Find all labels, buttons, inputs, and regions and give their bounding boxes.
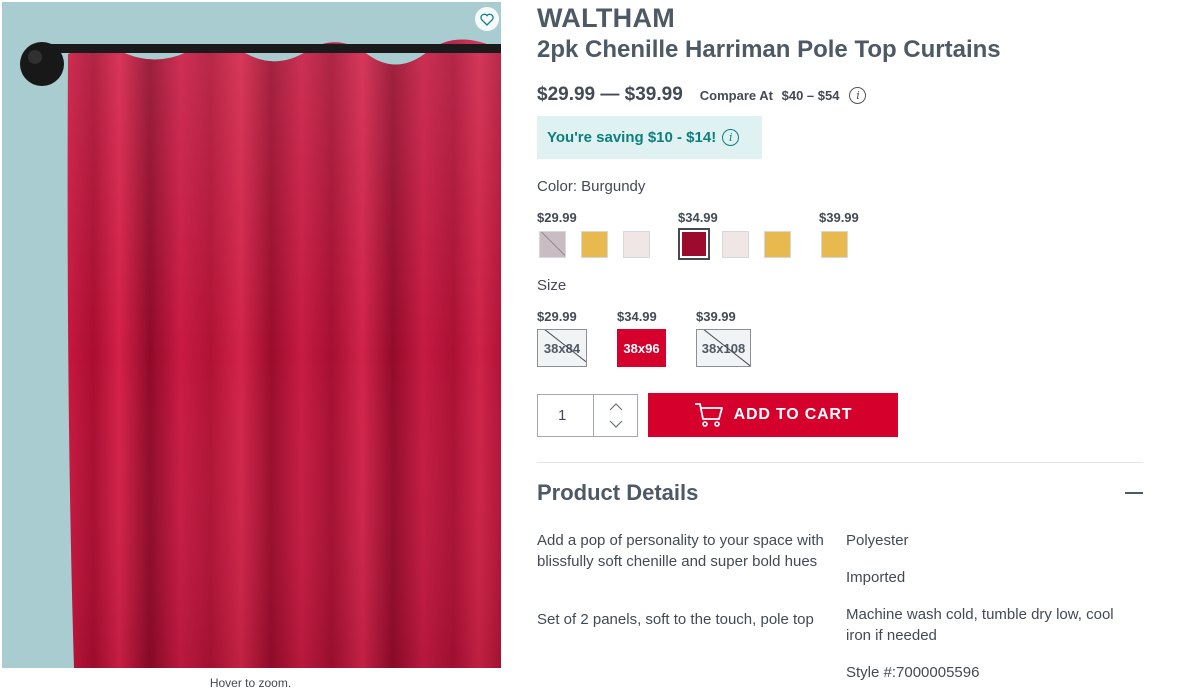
saving-banner: You're saving $10 - $14! i <box>537 116 762 159</box>
price-range: $29.99 — $39.99 <box>537 84 683 105</box>
saving-text: You're saving $10 - $14! <box>547 129 717 146</box>
price-row: $29.99 — $39.99 Compare At $40 – $54 i <box>537 84 867 106</box>
quantity-input[interactable] <box>538 395 594 436</box>
compare-label: Compare At <box>699 87 773 103</box>
color-tier-price: $39.99 <box>819 210 859 225</box>
size-tier-price: $34.99 <box>617 309 657 324</box>
product-title: 2pk Chenille Harriman Pole Top Curtains <box>537 36 1001 63</box>
size-tier-price: $29.99 <box>537 309 577 324</box>
quantity-arrows <box>594 395 637 436</box>
quantity-stepper <box>537 394 638 437</box>
size-tier-price: $39.99 <box>696 309 736 324</box>
color-swatch-blush[interactable] <box>623 231 650 258</box>
color-swatch-gold[interactable] <box>581 231 608 258</box>
color-swatch-burgundy[interactable] <box>678 228 710 260</box>
detail-style-number: Style #:7000005596 <box>846 664 980 681</box>
section-divider <box>537 462 1143 463</box>
color-label: Color: Burgundy <box>537 178 646 195</box>
compare-value: $40 – $54 <box>781 87 840 103</box>
color-tier-price: $29.99 <box>537 210 577 225</box>
color-swatch-blush[interactable] <box>722 231 749 258</box>
add-to-cart-button[interactable]: ADD TO CART <box>648 393 898 437</box>
description-line: Set of 2 panels, soft to the touch, pole… <box>537 611 814 628</box>
color-tier-price: $34.99 <box>678 210 718 225</box>
size-option-38x108[interactable]: 38x108 <box>696 329 751 367</box>
detail-material: Polyester <box>846 532 909 549</box>
detail-care: Machine wash cold, tumble dry low, cool … <box>846 606 1114 644</box>
compare-at-price: Compare At $40 – $54 <box>700 88 840 103</box>
color-swatch-gold[interactable] <box>821 231 848 258</box>
zoom-hint: Hover to zoom. <box>209 676 292 690</box>
quantity-increase-button[interactable] <box>606 401 626 414</box>
color-swatch-gold[interactable] <box>764 231 791 258</box>
product-details-heading[interactable]: Product Details <box>537 480 698 506</box>
brand-name[interactable]: WALTHAM <box>537 3 675 34</box>
size-option-38x96[interactable]: 38x96 <box>617 329 666 367</box>
collapse-icon[interactable] <box>1125 492 1143 494</box>
description-line: Add a pop of personality to your space w… <box>537 532 824 570</box>
size-label: Size <box>537 277 567 294</box>
wishlist-button[interactable] <box>475 7 499 31</box>
add-to-cart-label: ADD TO CART <box>733 406 853 423</box>
curtain-photo <box>2 2 501 668</box>
product-image[interactable] <box>2 2 501 668</box>
quantity-decrease-button[interactable] <box>606 418 626 431</box>
size-option-38x84[interactable]: 38x84 <box>537 329 587 367</box>
info-icon[interactable]: i <box>849 86 867 104</box>
color-swatch-mauve[interactable] <box>539 231 566 258</box>
saving-info-icon[interactable]: i <box>722 129 740 146</box>
heart-icon <box>480 13 494 26</box>
chevron-down-icon <box>609 420 622 428</box>
cart-icon <box>694 403 723 427</box>
chevron-up-icon <box>609 403 622 411</box>
detail-origin: Imported <box>846 569 906 586</box>
